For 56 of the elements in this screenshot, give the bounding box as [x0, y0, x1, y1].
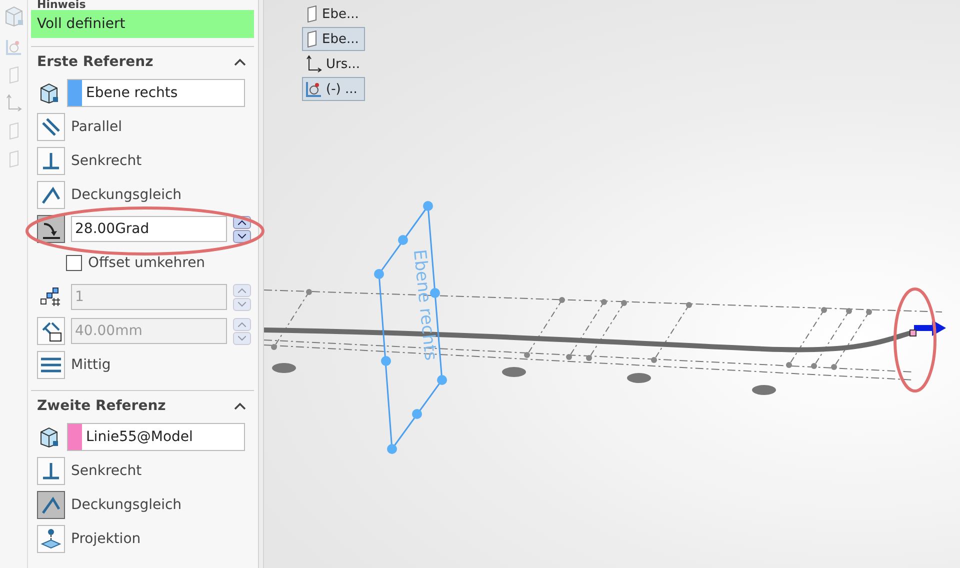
option-toggle-button[interactable]: [37, 525, 65, 553]
plane-label: Ebene rechts: [408, 248, 440, 362]
reference-field[interactable]: Linie55@Model: [67, 423, 245, 451]
direction-arrow-icon: [910, 320, 946, 336]
option-label: Senkrecht: [71, 463, 142, 479]
option-label: Parallel: [71, 119, 122, 135]
axes-icon: [305, 55, 323, 73]
section-header[interactable]: Zweite Referenz: [31, 390, 254, 420]
status-bar: Voll definiert: [31, 10, 254, 38]
checkbox[interactable]: [66, 255, 82, 271]
caret-up-icon: [238, 220, 246, 224]
value-field[interactable]: 28.00Grad: [71, 216, 227, 242]
reference-field[interactable]: Ebene rechts: [67, 79, 245, 107]
caret-down-icon: [238, 234, 246, 238]
parallel-lines-icon: [41, 117, 61, 137]
tree-item[interactable]: Ebe...: [302, 2, 366, 26]
spin-down-button[interactable]: [233, 230, 251, 242]
sketch-icon: [305, 80, 323, 98]
tree-item[interactable]: Urs...: [302, 52, 366, 76]
option-toggle-button[interactable]: [37, 351, 65, 379]
projection-icon: [40, 528, 62, 550]
caret-down-icon: [238, 336, 246, 340]
section-header[interactable]: Erste Referenz: [31, 46, 254, 76]
plane-icon: [305, 5, 319, 23]
perpendicular-icon: [41, 461, 61, 481]
axes-icon: [4, 94, 22, 112]
sketch-icon: [4, 38, 22, 56]
plane-icon: [6, 122, 20, 140]
hint-heading: Hinweis: [36, 0, 87, 10]
caret-down-icon: [238, 302, 246, 306]
caret-up-icon: [238, 288, 246, 292]
tree-item[interactable]: Ebe...: [302, 27, 366, 51]
option-toggle-button[interactable]: [37, 147, 65, 175]
option-label: Deckungsgleich: [71, 187, 182, 203]
checkbox-label: Offset umkehren: [88, 255, 206, 271]
option-label: Projektion: [71, 531, 141, 547]
tree-item[interactable]: (-) ...: [302, 77, 366, 101]
option-toggle-button[interactable]: [37, 457, 65, 485]
option-toggle-button[interactable]: [37, 181, 65, 209]
pattern-count-icon: [40, 287, 62, 307]
option-label: Deckungsgleich: [71, 497, 182, 513]
caret-up-icon: [238, 322, 246, 326]
midplane-icon: [40, 355, 62, 375]
distance-icon: [40, 320, 62, 342]
plane-icon: [305, 30, 319, 48]
option-toggle-button[interactable]: [37, 113, 65, 141]
option-label: Senkrecht: [71, 153, 142, 169]
option-toggle-button[interactable]: [37, 491, 65, 519]
chevron-icon: [234, 402, 246, 410]
perpendicular-icon: [41, 151, 61, 171]
chevron-icon: [234, 58, 246, 66]
coincident-icon: [41, 495, 61, 515]
coincident-icon: [41, 185, 61, 205]
plane-icon: [6, 66, 20, 84]
plane-icon: [6, 150, 20, 168]
option-label: Mittig: [71, 357, 111, 373]
